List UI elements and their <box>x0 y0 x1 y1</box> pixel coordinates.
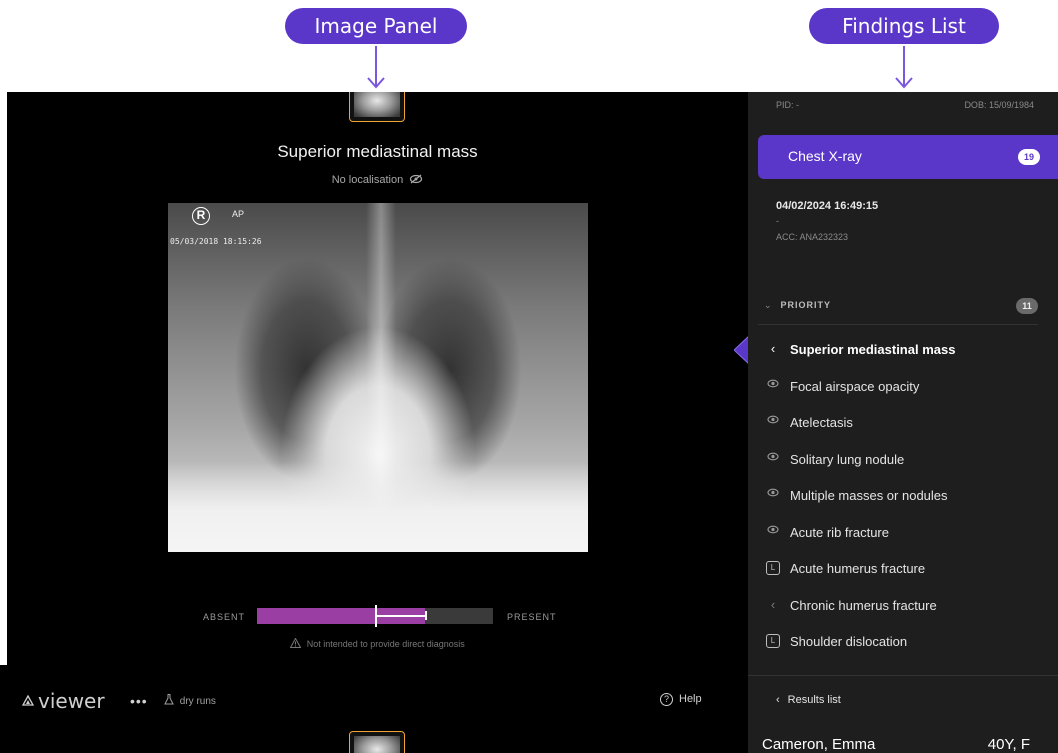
gauge-range <box>375 615 425 617</box>
finding-item[interactable]: L Shoulder dislocation <box>748 627 1058 657</box>
disclaimer: Not intended to provide direct diagnosis <box>7 637 748 649</box>
priority-count-badge: 11 <box>1016 298 1038 314</box>
help-label: Help <box>679 693 702 705</box>
app-logo-icon <box>22 695 34 706</box>
gauge-present-label: PRESENT <box>507 612 557 622</box>
flask-icon <box>164 694 174 705</box>
gauge-range-cap <box>425 611 427 620</box>
image-thumbnail[interactable] <box>349 92 405 122</box>
results-list-label: Results list <box>787 694 841 706</box>
finding-item[interactable]: Solitary lung nodule <box>748 445 1058 475</box>
finding-label: Solitary lung nodule <box>790 451 905 467</box>
warning-icon <box>289 637 302 648</box>
finding-item[interactable]: Focal airspace opacity <box>748 372 1058 402</box>
patient-age-sex: 40Y, F <box>987 736 1030 753</box>
patient-name: Cameron, Emma <box>762 736 876 753</box>
xray-image[interactable]: R AP 05/03/2018 18:15:26 <box>168 203 588 552</box>
image-panel-callout: Image Panel <box>285 8 467 44</box>
patient-id: PID: - <box>776 100 800 110</box>
chevron-left-icon: ‹ <box>770 596 776 612</box>
finding-label: Acute humerus fracture <box>790 561 926 576</box>
results-list-link[interactable]: ‹ Results list <box>776 694 841 706</box>
finding-item[interactable]: ‹ Superior mediastinal mass <box>748 335 1058 365</box>
eye-icon <box>766 415 780 429</box>
study-description: - <box>776 216 779 226</box>
xray-timestamp: 05/03/2018 18:15:26 <box>170 237 262 246</box>
finding-item[interactable]: Atelectasis <box>748 408 1058 438</box>
laterality-l-icon: L <box>766 561 780 575</box>
findings-list-callout-label: Findings List <box>842 14 966 38</box>
localisation-label: No localisation <box>331 174 404 186</box>
eye-off-icon <box>410 174 423 184</box>
patient-dob: DOB: 15/09/1984 <box>964 100 1034 110</box>
chevron-left-icon: ‹ <box>770 341 776 356</box>
study-date: 04/02/2024 16:49:15 <box>776 200 879 212</box>
finding-label: Chronic humerus fracture <box>790 597 937 613</box>
image-panel-arrow-icon <box>367 46 385 89</box>
priority-section-header[interactable]: ⌄ PRIORITY <box>764 300 831 311</box>
finding-title: Superior mediastinal mass <box>277 142 478 161</box>
chevron-left-icon: ‹ <box>776 694 780 706</box>
eye-icon <box>766 488 780 502</box>
image-panel-callout-label: Image Panel <box>314 14 438 38</box>
results-divider <box>748 675 1058 676</box>
view-label: AP <box>232 209 245 219</box>
finding-label: Superior mediastinal mass <box>790 342 956 357</box>
study-label: Chest X-ray <box>788 148 862 164</box>
gauge-absent-label: ABSENT <box>203 612 246 622</box>
study-count-badge: 19 <box>1018 149 1040 165</box>
more-menu-button[interactable]: ••• <box>130 693 148 709</box>
findings-list-arrow-icon <box>895 46 913 89</box>
finding-item[interactable]: ‹ Chronic humerus fracture <box>748 591 1058 621</box>
finding-item[interactable]: Multiple masses or nodules <box>748 481 1058 511</box>
score-gauge <box>257 605 493 627</box>
dry-runs-toggle[interactable]: dry runs <box>164 694 216 707</box>
eye-icon <box>766 452 780 466</box>
chevron-down-icon: ⌄ <box>764 300 773 310</box>
finding-label: Focal airspace opacity <box>790 378 920 394</box>
eye-icon <box>766 379 780 393</box>
finding-label: Acute rib fracture <box>790 524 889 540</box>
image-panel: Superior mediastinal mass No localisatio… <box>7 92 748 665</box>
findings-panel: PID: - DOB: 15/09/1984 Chest X-ray 19 04… <box>748 92 1058 753</box>
laterality-marker: R <box>192 207 210 225</box>
bottom-toolbar: viewer ••• dry runs ? Help <box>0 665 748 753</box>
finding-label: Atelectasis <box>790 415 853 430</box>
priority-divider <box>758 324 1038 325</box>
finding-label: Shoulder dislocation <box>790 634 908 649</box>
dry-runs-label: dry runs <box>179 696 216 707</box>
gauge-threshold-tick <box>375 605 377 627</box>
accession-number: ACC: ANA232323 <box>776 232 849 242</box>
next-image-thumbnail[interactable] <box>349 731 405 753</box>
laterality-l-icon: L <box>766 634 780 648</box>
finding-label: Multiple masses or nodules <box>790 488 948 503</box>
findings-list-callout: Findings List <box>809 8 999 44</box>
study-card[interactable]: Chest X-ray 19 <box>758 135 1058 179</box>
localisation-status[interactable]: No localisation <box>7 174 748 186</box>
finding-item[interactable]: Acute rib fracture <box>748 518 1058 548</box>
priority-label: PRIORITY <box>780 300 832 310</box>
disclaimer-text: Not intended to provide direct diagnosis <box>306 639 465 649</box>
help-icon: ? <box>660 693 673 706</box>
help-button[interactable]: ? Help <box>660 693 702 706</box>
finding-item[interactable]: L Acute humerus fracture <box>748 554 1058 584</box>
app-name: viewer <box>38 689 105 713</box>
eye-icon <box>766 525 780 539</box>
